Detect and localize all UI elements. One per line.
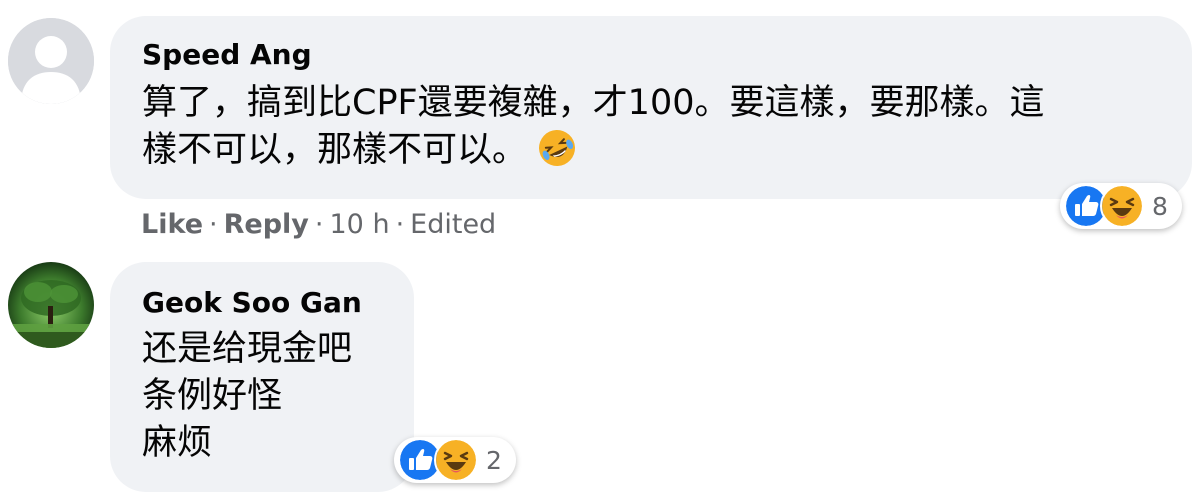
comment-author[interactable]: Speed Ang — [142, 38, 312, 72]
comment-line: 樣不可以，那樣不可以。 — [142, 130, 528, 170]
like-link[interactable]: Like — [141, 209, 203, 240]
comment-line: 麻烦 — [142, 423, 213, 463]
reactions-summary[interactable]: 8 — [1060, 183, 1182, 229]
reactions-summary[interactable]: 2 — [394, 437, 516, 483]
comment-actions: Like · Reply · 10 h · Edited — [141, 205, 496, 245]
timestamp[interactable]: 10 h — [330, 209, 390, 240]
tree-photo-avatar — [8, 262, 94, 348]
rolling-on-floor-laughing-icon — [539, 130, 576, 166]
reply-link[interactable]: Reply — [224, 209, 309, 240]
comment-line-with-emoji: 樣不可以，那樣不可以。 — [142, 127, 1044, 174]
comment-line: 算了，搞到比CPF還要複雜，才100。要這樣，要那樣。這 — [142, 83, 1045, 123]
comment-bubble: Speed Ang 算了，搞到比CPF還要複雜，才100。要這樣，要那樣。這 樣… — [110, 16, 1192, 199]
default-avatar-icon — [8, 18, 94, 104]
comment-text: 算了，搞到比CPF還要複雜，才100。要這樣，要那樣。這 樣不可以，那樣不可以。 — [142, 80, 1044, 174]
avatar[interactable] — [8, 262, 94, 348]
reaction-count: 2 — [486, 445, 502, 475]
separator: · — [209, 209, 218, 240]
haha-icon — [434, 438, 478, 482]
separator: · — [314, 209, 324, 240]
separator: · — [395, 209, 405, 240]
comment-author[interactable]: Geok Soo Gan — [142, 286, 362, 320]
reaction-count: 8 — [1152, 191, 1168, 221]
comment-line: 还是给現金吧 — [142, 329, 353, 369]
edited-label[interactable]: Edited — [410, 209, 496, 240]
comment-text: 还是给現金吧 条例好怪 麻烦 — [142, 326, 352, 467]
comment-line: 条例好怪 — [142, 376, 283, 416]
haha-icon — [1100, 184, 1144, 228]
comment-bubble: Geok Soo Gan 还是给現金吧 条例好怪 麻烦 — [110, 262, 414, 492]
avatar[interactable] — [8, 18, 94, 104]
